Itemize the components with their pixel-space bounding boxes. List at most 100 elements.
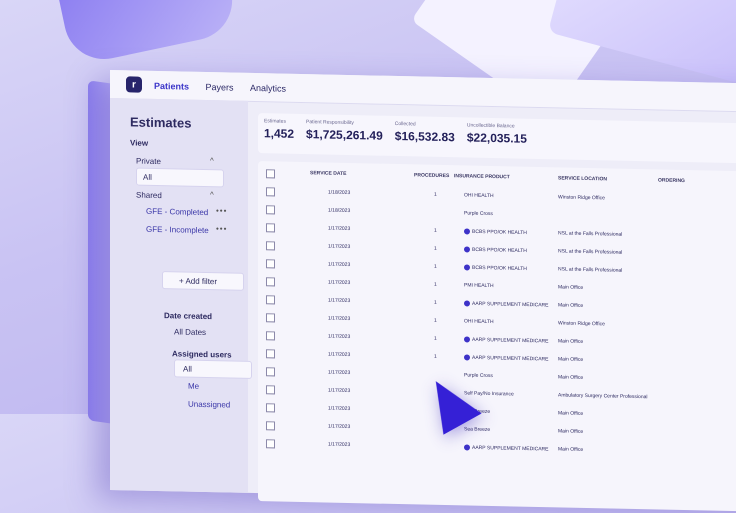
service-location-cell: Main Office bbox=[558, 284, 584, 291]
row-checkbox[interactable] bbox=[266, 187, 275, 197]
service-date-cell: 1/17/2023 bbox=[328, 297, 351, 305]
procedures-cell: 1 bbox=[434, 299, 437, 306]
insurance-product-text: AARP SUPPLEMENT MEDICARE bbox=[472, 354, 549, 363]
sidebar: Estimates View Private ^ All Shared ^ GF… bbox=[110, 98, 252, 493]
insurance-product-cell: BCBS PPO/OK HEALTH bbox=[464, 246, 527, 254]
service-date-cell: 1/17/2023 bbox=[328, 405, 351, 413]
stat-label: Patient Responsibility bbox=[306, 119, 354, 127]
service-date-cell: 1/17/2023 bbox=[328, 333, 351, 341]
row-checkbox[interactable] bbox=[266, 421, 275, 431]
chevron-up-icon[interactable]: ^ bbox=[210, 190, 215, 199]
select-all-checkbox[interactable] bbox=[266, 169, 275, 179]
main-nav: Patients Payers Analytics bbox=[154, 76, 298, 97]
insurance-badge-icon bbox=[464, 300, 470, 307]
stat-estimates: Estimates 1,452 bbox=[258, 113, 300, 154]
row-checkbox[interactable] bbox=[266, 331, 275, 341]
service-location-cell: Main Office bbox=[558, 374, 584, 381]
service-date-cell: 1/17/2023 bbox=[328, 261, 351, 269]
procedures-cell: 1 bbox=[434, 191, 437, 198]
insurance-product-cell: AARP SUPPLEMENT MEDICARE bbox=[464, 354, 549, 363]
insurance-product-text: Sea Breeze bbox=[464, 426, 491, 433]
row-checkbox[interactable] bbox=[266, 367, 275, 377]
row-checkbox[interactable] bbox=[266, 205, 275, 215]
insurance-product-text: BCBS PPO/OK HEALTH bbox=[472, 246, 527, 255]
chevron-up-icon[interactable]: ^ bbox=[210, 156, 215, 165]
assigned-users-label: Assigned users bbox=[172, 349, 232, 360]
stat-patient-responsibility: Patient Responsibility $1,725,261.49 bbox=[300, 114, 389, 156]
add-filter-button[interactable]: + Add filter bbox=[162, 271, 244, 291]
service-location-cell: Winston Ridge Office bbox=[558, 320, 605, 328]
insurance-product-cell: Purple Cross bbox=[464, 372, 493, 379]
nav-analytics[interactable]: Analytics bbox=[250, 83, 286, 94]
insurance-badge-icon bbox=[464, 246, 470, 253]
column-header-insurance-product[interactable]: INSURANCE PRODUCT bbox=[454, 173, 510, 180]
row-checkbox[interactable] bbox=[266, 385, 275, 395]
service-location-cell: NSL at the Falls Professional bbox=[558, 248, 623, 256]
main-content: Estimates 1,452 Patient Responsibility $… bbox=[248, 101, 736, 513]
stat-value: $16,532.83 bbox=[394, 128, 455, 145]
service-date-cell: 1/17/2023 bbox=[328, 387, 351, 395]
column-header-service-location[interactable]: SERVICE LOCATION bbox=[558, 175, 607, 182]
stat-value: $1,725,261.49 bbox=[306, 127, 383, 143]
insurance-product-text: PMI HEALTH bbox=[464, 282, 494, 290]
assigned-all-selected[interactable]: All bbox=[174, 359, 252, 379]
insurance-product-text: BCBS PPO/OK HEALTH bbox=[472, 264, 527, 273]
date-created-value[interactable]: All Dates bbox=[174, 327, 206, 337]
insurance-product-text: AARP SUPPLEMENT MEDICARE bbox=[472, 300, 549, 309]
view-all-selected[interactable]: All bbox=[136, 167, 224, 188]
service-date-cell: 1/18/2023 bbox=[328, 207, 351, 215]
service-date-cell: 1/17/2023 bbox=[328, 369, 351, 377]
monitor-bezel bbox=[88, 80, 112, 424]
row-checkbox[interactable] bbox=[266, 439, 275, 449]
service-location-cell: Main Office bbox=[558, 302, 584, 309]
assigned-all-label: All bbox=[183, 364, 192, 374]
estimates-table: SERVICE DATE PROCEDURES INSURANCE PRODUC… bbox=[258, 161, 736, 513]
insurance-product-text: OHI HEALTH bbox=[464, 318, 494, 326]
procedures-cell: 1 bbox=[434, 227, 437, 234]
app-logo[interactable]: r bbox=[126, 76, 142, 93]
insurance-badge-icon bbox=[464, 336, 470, 343]
service-date-cell: 1/17/2023 bbox=[328, 351, 351, 359]
nav-payers[interactable]: Payers bbox=[205, 82, 233, 93]
insurance-product-cell: OHI HEALTH bbox=[464, 318, 494, 325]
procedures-cell: 1 bbox=[434, 353, 437, 360]
column-header-procedures[interactable]: PROCEDURES bbox=[414, 172, 449, 179]
service-location-cell: Main Office bbox=[558, 446, 584, 453]
service-date-cell: 1/17/2023 bbox=[328, 225, 351, 233]
stat-uncollectible: Uncollectible Balance $22,035.15 bbox=[461, 117, 533, 159]
shared-view-incomplete[interactable]: GFE - Incomplete bbox=[146, 225, 209, 235]
shared-view-completed[interactable]: GFE - Completed bbox=[146, 207, 208, 217]
stat-collected: Collected $16,532.83 bbox=[389, 116, 461, 158]
service-location-cell: Main Office bbox=[558, 428, 584, 435]
service-location-cell: NSL at the Falls Professional bbox=[558, 266, 623, 274]
nav-patients[interactable]: Patients bbox=[154, 81, 189, 92]
service-location-cell: Main Office bbox=[558, 356, 584, 363]
more-icon[interactable]: ••• bbox=[216, 206, 227, 215]
assigned-unassigned[interactable]: Unassigned bbox=[188, 400, 230, 410]
date-created-label: Date created bbox=[164, 311, 213, 322]
column-header-service-date[interactable]: SERVICE DATE bbox=[310, 170, 347, 177]
insurance-product-cell: Sea Breeze bbox=[464, 426, 490, 433]
row-checkbox[interactable] bbox=[266, 241, 275, 251]
insurance-product-text: AARP SUPPLEMENT MEDICARE bbox=[472, 444, 549, 453]
service-date-cell: 1/17/2023 bbox=[328, 315, 351, 323]
service-location-cell: Ambulatory Surgery Center Professional bbox=[558, 392, 648, 401]
shared-label[interactable]: Shared bbox=[136, 191, 162, 201]
insurance-product-cell: BCBS PPO/OK HEALTH bbox=[464, 228, 527, 236]
more-icon[interactable]: ••• bbox=[216, 224, 227, 233]
page-title: Estimates bbox=[130, 114, 192, 131]
insurance-product-cell: PMI HEALTH bbox=[464, 282, 494, 289]
service-date-cell: 1/17/2023 bbox=[328, 243, 351, 251]
row-checkbox[interactable] bbox=[266, 349, 275, 359]
row-checkbox[interactable] bbox=[266, 277, 275, 287]
column-header-ordering[interactable]: ORDERING bbox=[658, 177, 685, 184]
row-checkbox[interactable] bbox=[266, 295, 275, 305]
stat-label: Collected bbox=[394, 120, 416, 128]
row-checkbox[interactable] bbox=[266, 223, 275, 233]
row-checkbox[interactable] bbox=[266, 259, 275, 269]
row-checkbox[interactable] bbox=[266, 313, 275, 323]
assigned-me[interactable]: Me bbox=[188, 382, 199, 391]
insurance-badge-icon bbox=[464, 354, 470, 361]
private-label[interactable]: Private bbox=[136, 157, 161, 167]
row-checkbox[interactable] bbox=[266, 403, 275, 413]
